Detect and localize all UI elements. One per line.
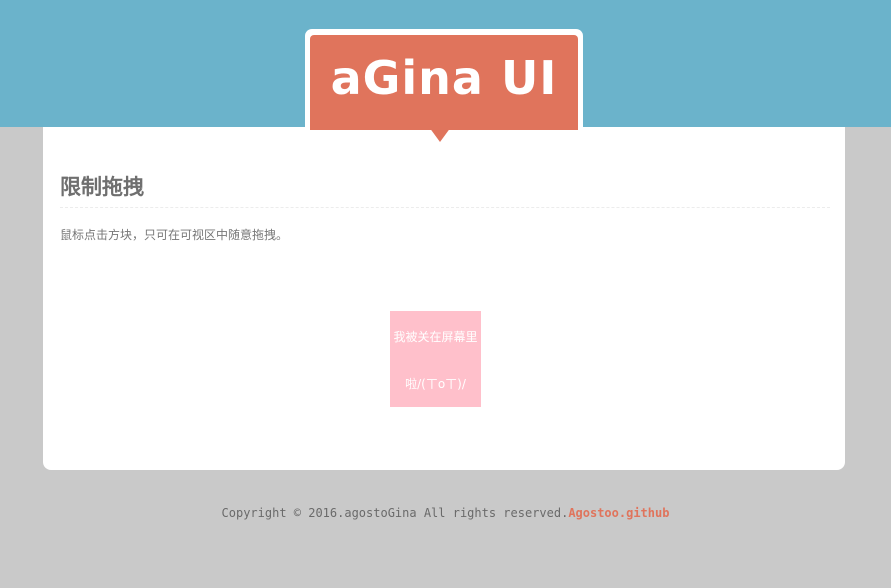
footer: Copyright © 2016.agostoGina All rights r… [0,506,891,520]
section-description: 鼠标点击方块，只可在可视区中随意拖拽。 [60,228,289,242]
logo-pointer-icon [429,127,451,142]
footer-link[interactable]: Agostoo.github [568,506,669,520]
title-divider [60,207,830,208]
drag-box-text-line2: 啦/(ㄒoㄒ)/ [405,377,466,391]
section-title: 限制拖拽 [60,175,144,199]
drag-box-text-line1: 我被关在屏幕里 [393,330,478,344]
logo-frame: aGina UI [305,29,583,130]
content-panel: 限制拖拽 鼠标点击方块，只可在可视区中随意拖拽。 [43,127,845,470]
site-logo[interactable]: aGina UI [310,35,578,130]
draggable-box[interactable]: 我被关在屏幕里 啦/(ㄒoㄒ)/ [390,311,481,407]
copyright-text: Copyright © 2016.agostoGina All rights r… [221,506,569,520]
